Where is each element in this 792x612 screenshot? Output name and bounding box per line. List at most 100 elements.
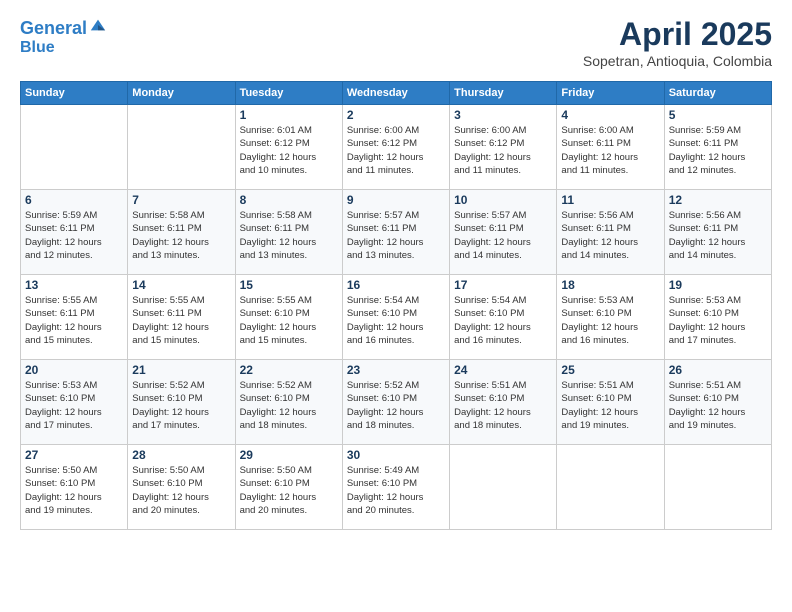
day-number: 25 [561,363,659,377]
day-info: Sunrise: 5:57 AM Sunset: 6:11 PM Dayligh… [454,209,552,262]
day-info: Sunrise: 5:51 AM Sunset: 6:10 PM Dayligh… [454,379,552,432]
day-info: Sunrise: 5:51 AM Sunset: 6:10 PM Dayligh… [561,379,659,432]
day-number: 13 [25,278,123,292]
day-number: 2 [347,108,445,122]
title-block: April 2025 Sopetran, Antioquia, Colombia [583,16,772,69]
day-cell: 13 Sunrise: 5:55 AM Sunset: 6:11 PM Dayli… [21,275,128,360]
day-number: 4 [561,108,659,122]
day-info: Sunrise: 5:55 AM Sunset: 6:11 PM Dayligh… [132,294,230,347]
day-info: Sunrise: 5:52 AM Sunset: 6:10 PM Dayligh… [240,379,338,432]
weekday-header-thursday: Thursday [450,82,557,105]
day-number: 6 [25,193,123,207]
calendar: SundayMondayTuesdayWednesdayThursdayFrid… [20,81,772,530]
day-cell: 29 Sunrise: 5:50 AM Sunset: 6:10 PM Dayli… [235,445,342,530]
day-info: Sunrise: 5:56 AM Sunset: 6:11 PM Dayligh… [669,209,767,262]
day-cell: 17Sunrise: 5:54 AM Sunset: 6:10 PM Dayli… [450,275,557,360]
day-cell: 23 Sunrise: 5:52 AM Sunset: 6:10 PM Dayli… [342,360,449,445]
logo-icon [89,16,107,34]
week-row-1: 1Sunrise: 6:01 AM Sunset: 6:12 PM Daylig… [21,105,772,190]
weekday-header-wednesday: Wednesday [342,82,449,105]
day-cell: 4 Sunrise: 6:00 AM Sunset: 6:11 PM Daylig… [557,105,664,190]
day-cell [557,445,664,530]
day-info: Sunrise: 5:50 AM Sunset: 6:10 PM Dayligh… [240,464,338,517]
day-number: 21 [132,363,230,377]
weekday-header-monday: Monday [128,82,235,105]
day-cell: 27 Sunrise: 5:50 AM Sunset: 6:10 PM Dayli… [21,445,128,530]
day-info: Sunrise: 5:58 AM Sunset: 6:11 PM Dayligh… [240,209,338,262]
weekday-header-sunday: Sunday [21,82,128,105]
logo-text: General [20,16,107,39]
day-cell [664,445,771,530]
day-cell: 11 Sunrise: 5:56 AM Sunset: 6:11 PM Dayli… [557,190,664,275]
day-number: 29 [240,448,338,462]
day-cell: 7Sunrise: 5:58 AM Sunset: 6:11 PM Daylig… [128,190,235,275]
day-number: 12 [669,193,767,207]
day-number: 15 [240,278,338,292]
page: General Blue April 2025 Sopetran, Antioq… [0,0,792,612]
day-info: Sunrise: 5:53 AM Sunset: 6:10 PM Dayligh… [25,379,123,432]
day-cell: 2 Sunrise: 6:00 AM Sunset: 6:12 PM Daylig… [342,105,449,190]
day-info: Sunrise: 5:55 AM Sunset: 6:10 PM Dayligh… [240,294,338,347]
day-info: Sunrise: 5:52 AM Sunset: 6:10 PM Dayligh… [132,379,230,432]
day-info: Sunrise: 5:52 AM Sunset: 6:10 PM Dayligh… [347,379,445,432]
day-number: 7 [132,193,230,207]
day-cell: 3 Sunrise: 6:00 AM Sunset: 6:12 PM Daylig… [450,105,557,190]
day-cell: 14 Sunrise: 5:55 AM Sunset: 6:11 PM Dayli… [128,275,235,360]
day-info: Sunrise: 5:55 AM Sunset: 6:11 PM Dayligh… [25,294,123,347]
day-info: Sunrise: 5:54 AM Sunset: 6:10 PM Dayligh… [454,294,552,347]
day-info: Sunrise: 5:50 AM Sunset: 6:10 PM Dayligh… [132,464,230,517]
day-info: Sunrise: 6:00 AM Sunset: 6:11 PM Dayligh… [561,124,659,177]
day-cell: 18 Sunrise: 5:53 AM Sunset: 6:10 PM Dayli… [557,275,664,360]
logo: General Blue [20,16,107,56]
day-info: Sunrise: 5:54 AM Sunset: 6:10 PM Dayligh… [347,294,445,347]
week-row-3: 13 Sunrise: 5:55 AM Sunset: 6:11 PM Dayli… [21,275,772,360]
weekday-header-saturday: Saturday [664,82,771,105]
day-number: 11 [561,193,659,207]
day-info: Sunrise: 5:49 AM Sunset: 6:10 PM Dayligh… [347,464,445,517]
day-number: 14 [132,278,230,292]
day-number: 23 [347,363,445,377]
day-cell: 24 Sunrise: 5:51 AM Sunset: 6:10 PM Dayli… [450,360,557,445]
day-info: Sunrise: 6:01 AM Sunset: 6:12 PM Dayligh… [240,124,338,177]
day-info: Sunrise: 5:51 AM Sunset: 6:10 PM Dayligh… [669,379,767,432]
day-info: Sunrise: 5:53 AM Sunset: 6:10 PM Dayligh… [669,294,767,347]
day-cell [128,105,235,190]
day-number: 27 [25,448,123,462]
day-cell: 25 Sunrise: 5:51 AM Sunset: 6:10 PM Dayli… [557,360,664,445]
logo-line2: Blue [20,39,107,57]
day-number: 5 [669,108,767,122]
day-cell: 20Sunrise: 5:53 AM Sunset: 6:10 PM Dayli… [21,360,128,445]
day-cell: 21 Sunrise: 5:52 AM Sunset: 6:10 PM Dayli… [128,360,235,445]
day-cell: 28 Sunrise: 5:50 AM Sunset: 6:10 PM Dayli… [128,445,235,530]
day-number: 9 [347,193,445,207]
day-info: Sunrise: 6:00 AM Sunset: 6:12 PM Dayligh… [347,124,445,177]
day-cell: 8Sunrise: 5:58 AM Sunset: 6:11 PM Daylig… [235,190,342,275]
day-info: Sunrise: 5:50 AM Sunset: 6:10 PM Dayligh… [25,464,123,517]
month-title: April 2025 [583,16,772,53]
weekday-header-row: SundayMondayTuesdayWednesdayThursdayFrid… [21,82,772,105]
day-number: 10 [454,193,552,207]
day-number: 18 [561,278,659,292]
day-number: 28 [132,448,230,462]
weekday-header-tuesday: Tuesday [235,82,342,105]
day-info: Sunrise: 5:59 AM Sunset: 6:11 PM Dayligh… [669,124,767,177]
logo-line1: General [20,18,87,38]
day-number: 3 [454,108,552,122]
day-info: Sunrise: 5:59 AM Sunset: 6:11 PM Dayligh… [25,209,123,262]
day-info: Sunrise: 5:53 AM Sunset: 6:10 PM Dayligh… [561,294,659,347]
day-info: Sunrise: 6:00 AM Sunset: 6:12 PM Dayligh… [454,124,552,177]
day-cell: 10 Sunrise: 5:57 AM Sunset: 6:11 PM Dayli… [450,190,557,275]
day-cell: 5 Sunrise: 5:59 AM Sunset: 6:11 PM Daylig… [664,105,771,190]
day-info: Sunrise: 5:56 AM Sunset: 6:11 PM Dayligh… [561,209,659,262]
subtitle: Sopetran, Antioquia, Colombia [583,53,772,69]
day-number: 24 [454,363,552,377]
week-row-4: 20Sunrise: 5:53 AM Sunset: 6:10 PM Dayli… [21,360,772,445]
day-cell [450,445,557,530]
day-cell: 1Sunrise: 6:01 AM Sunset: 6:12 PM Daylig… [235,105,342,190]
day-cell: 19Sunrise: 5:53 AM Sunset: 6:10 PM Dayli… [664,275,771,360]
day-cell: 15 Sunrise: 5:55 AM Sunset: 6:10 PM Dayli… [235,275,342,360]
day-cell: 26Sunrise: 5:51 AM Sunset: 6:10 PM Dayli… [664,360,771,445]
week-row-2: 6 Sunrise: 5:59 AM Sunset: 6:11 PM Daylig… [21,190,772,275]
day-info: Sunrise: 5:57 AM Sunset: 6:11 PM Dayligh… [347,209,445,262]
day-cell: 9 Sunrise: 5:57 AM Sunset: 6:11 PM Daylig… [342,190,449,275]
